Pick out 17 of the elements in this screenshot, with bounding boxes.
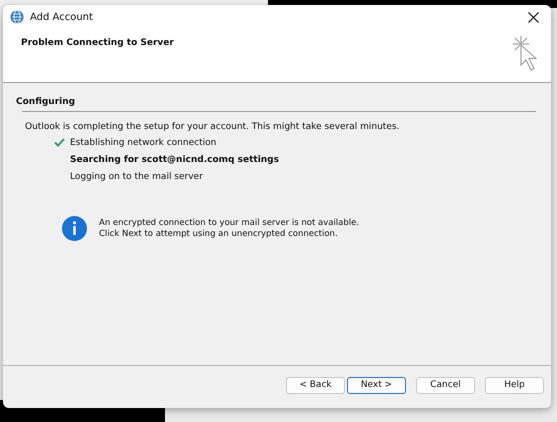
dialog-button[interactable]: Next > — [347, 376, 406, 394]
step-label: Establishing network connection — [70, 138, 216, 148]
dialog-button[interactable]: < Back — [286, 376, 345, 394]
cursor-click-icon — [511, 35, 537, 73]
step-label: Logging on to the mail server — [70, 172, 203, 182]
notice-text: An encrypted connection to your mail server is not available. — [99, 218, 360, 228]
dialog-button[interactable]: Cancel — [416, 376, 475, 394]
window-title: Add Account — [30, 12, 94, 22]
step-label: Searching for scott@nicnd.comq settings — [70, 154, 279, 164]
dialog-button[interactable]: Help — [485, 376, 544, 394]
page-heading: Problem Connecting to Server — [21, 38, 174, 48]
section-heading: Configuring — [16, 97, 76, 107]
notice-text: Click Next to attempt using an unencrypted connection. — [99, 228, 339, 240]
close-icon[interactable] — [528, 12, 539, 22]
intro-text: Outlook is completing the setup for your account. This might take several minutes. — [25, 122, 400, 132]
info-icon — [62, 216, 87, 241]
globe-icon — [10, 10, 24, 24]
